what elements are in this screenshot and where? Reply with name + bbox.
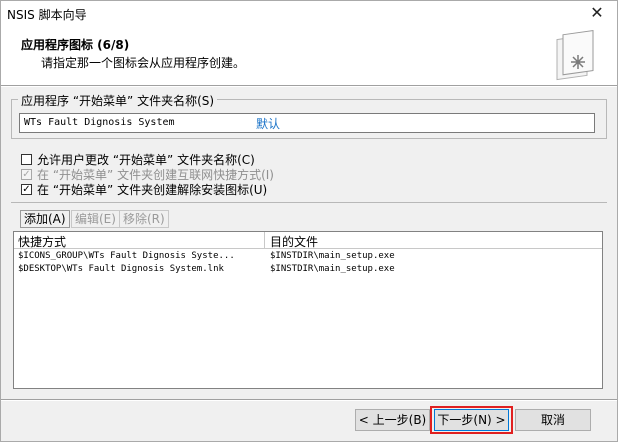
table-row[interactable]: $ICONS_GROUP\WTs Fault Dignosis Syste...… [14, 251, 602, 264]
wizard-header: 应用程序图标 (6/8) 请指定那一个图标会从应用程序创建。 [1, 27, 617, 85]
checkbox-label: 在 “开始菜单” 文件夹创建解除安装图标(U) [37, 182, 268, 197]
page-heading: 应用程序图标 (6/8) [21, 38, 130, 52]
options-divider [11, 202, 607, 203]
column-header-target[interactable]: 目的文件 [270, 233, 318, 250]
wizard-window: NSIS 脚本向导 ✕ 应用程序图标 (6/8) 请指定那一个图标会从应用程序创… [0, 0, 618, 442]
checkbox-box[interactable]: ✓ [21, 168, 32, 180]
title-bar: NSIS 脚本向导 ✕ [1, 1, 617, 27]
footer-divider [1, 399, 617, 401]
uninstall-icon-checkbox[interactable]: ✓ 在 “开始菜单” 文件夹创建解除安装图标(U) [21, 181, 267, 197]
window-title: NSIS 脚本向导 [7, 8, 87, 22]
shortcut-cell: $ICONS_GROUP\WTs Fault Dignosis Syste... [18, 251, 235, 261]
close-icon[interactable]: ✕ [587, 3, 607, 22]
page-subtitle: 请指定那一个图标会从应用程序创建。 [41, 56, 246, 70]
next-button-highlight [430, 406, 513, 434]
folder-name-input[interactable]: WTs Fault Dignosis System [19, 113, 595, 133]
remove-button[interactable]: 移除(R) [119, 210, 169, 228]
default-link[interactable]: 默认 [256, 115, 280, 132]
shortcut-cell: $DESKTOP\WTs Fault Dignosis System.lnk [18, 264, 224, 274]
table-row[interactable]: $DESKTOP\WTs Fault Dignosis System.lnk $… [14, 264, 602, 277]
header-divider [1, 85, 617, 87]
list-header: 快捷方式 目的文件 [14, 232, 602, 249]
add-button[interactable]: 添加(A) [20, 210, 70, 228]
checkbox-box[interactable] [21, 153, 32, 165]
edit-button[interactable]: 编辑(E) [71, 210, 120, 228]
folder-group-label: 应用程序 “开始菜单” 文件夹名称(S) [18, 92, 218, 109]
back-button[interactable]: < 上一步(B) [355, 409, 430, 431]
column-separator[interactable] [264, 232, 265, 249]
checkbox-box[interactable]: ✓ [21, 183, 32, 195]
cancel-button[interactable]: 取消 [515, 409, 591, 431]
shortcut-list[interactable]: 快捷方式 目的文件 $ICONS_GROUP\WTs Fault Dignosi… [13, 231, 603, 389]
column-header-shortcut[interactable]: 快捷方式 [18, 233, 66, 250]
wizard-book-icon [556, 29, 594, 81]
target-cell: $INSTDIR\main_setup.exe [270, 251, 395, 261]
target-cell: $INSTDIR\main_setup.exe [270, 264, 395, 274]
